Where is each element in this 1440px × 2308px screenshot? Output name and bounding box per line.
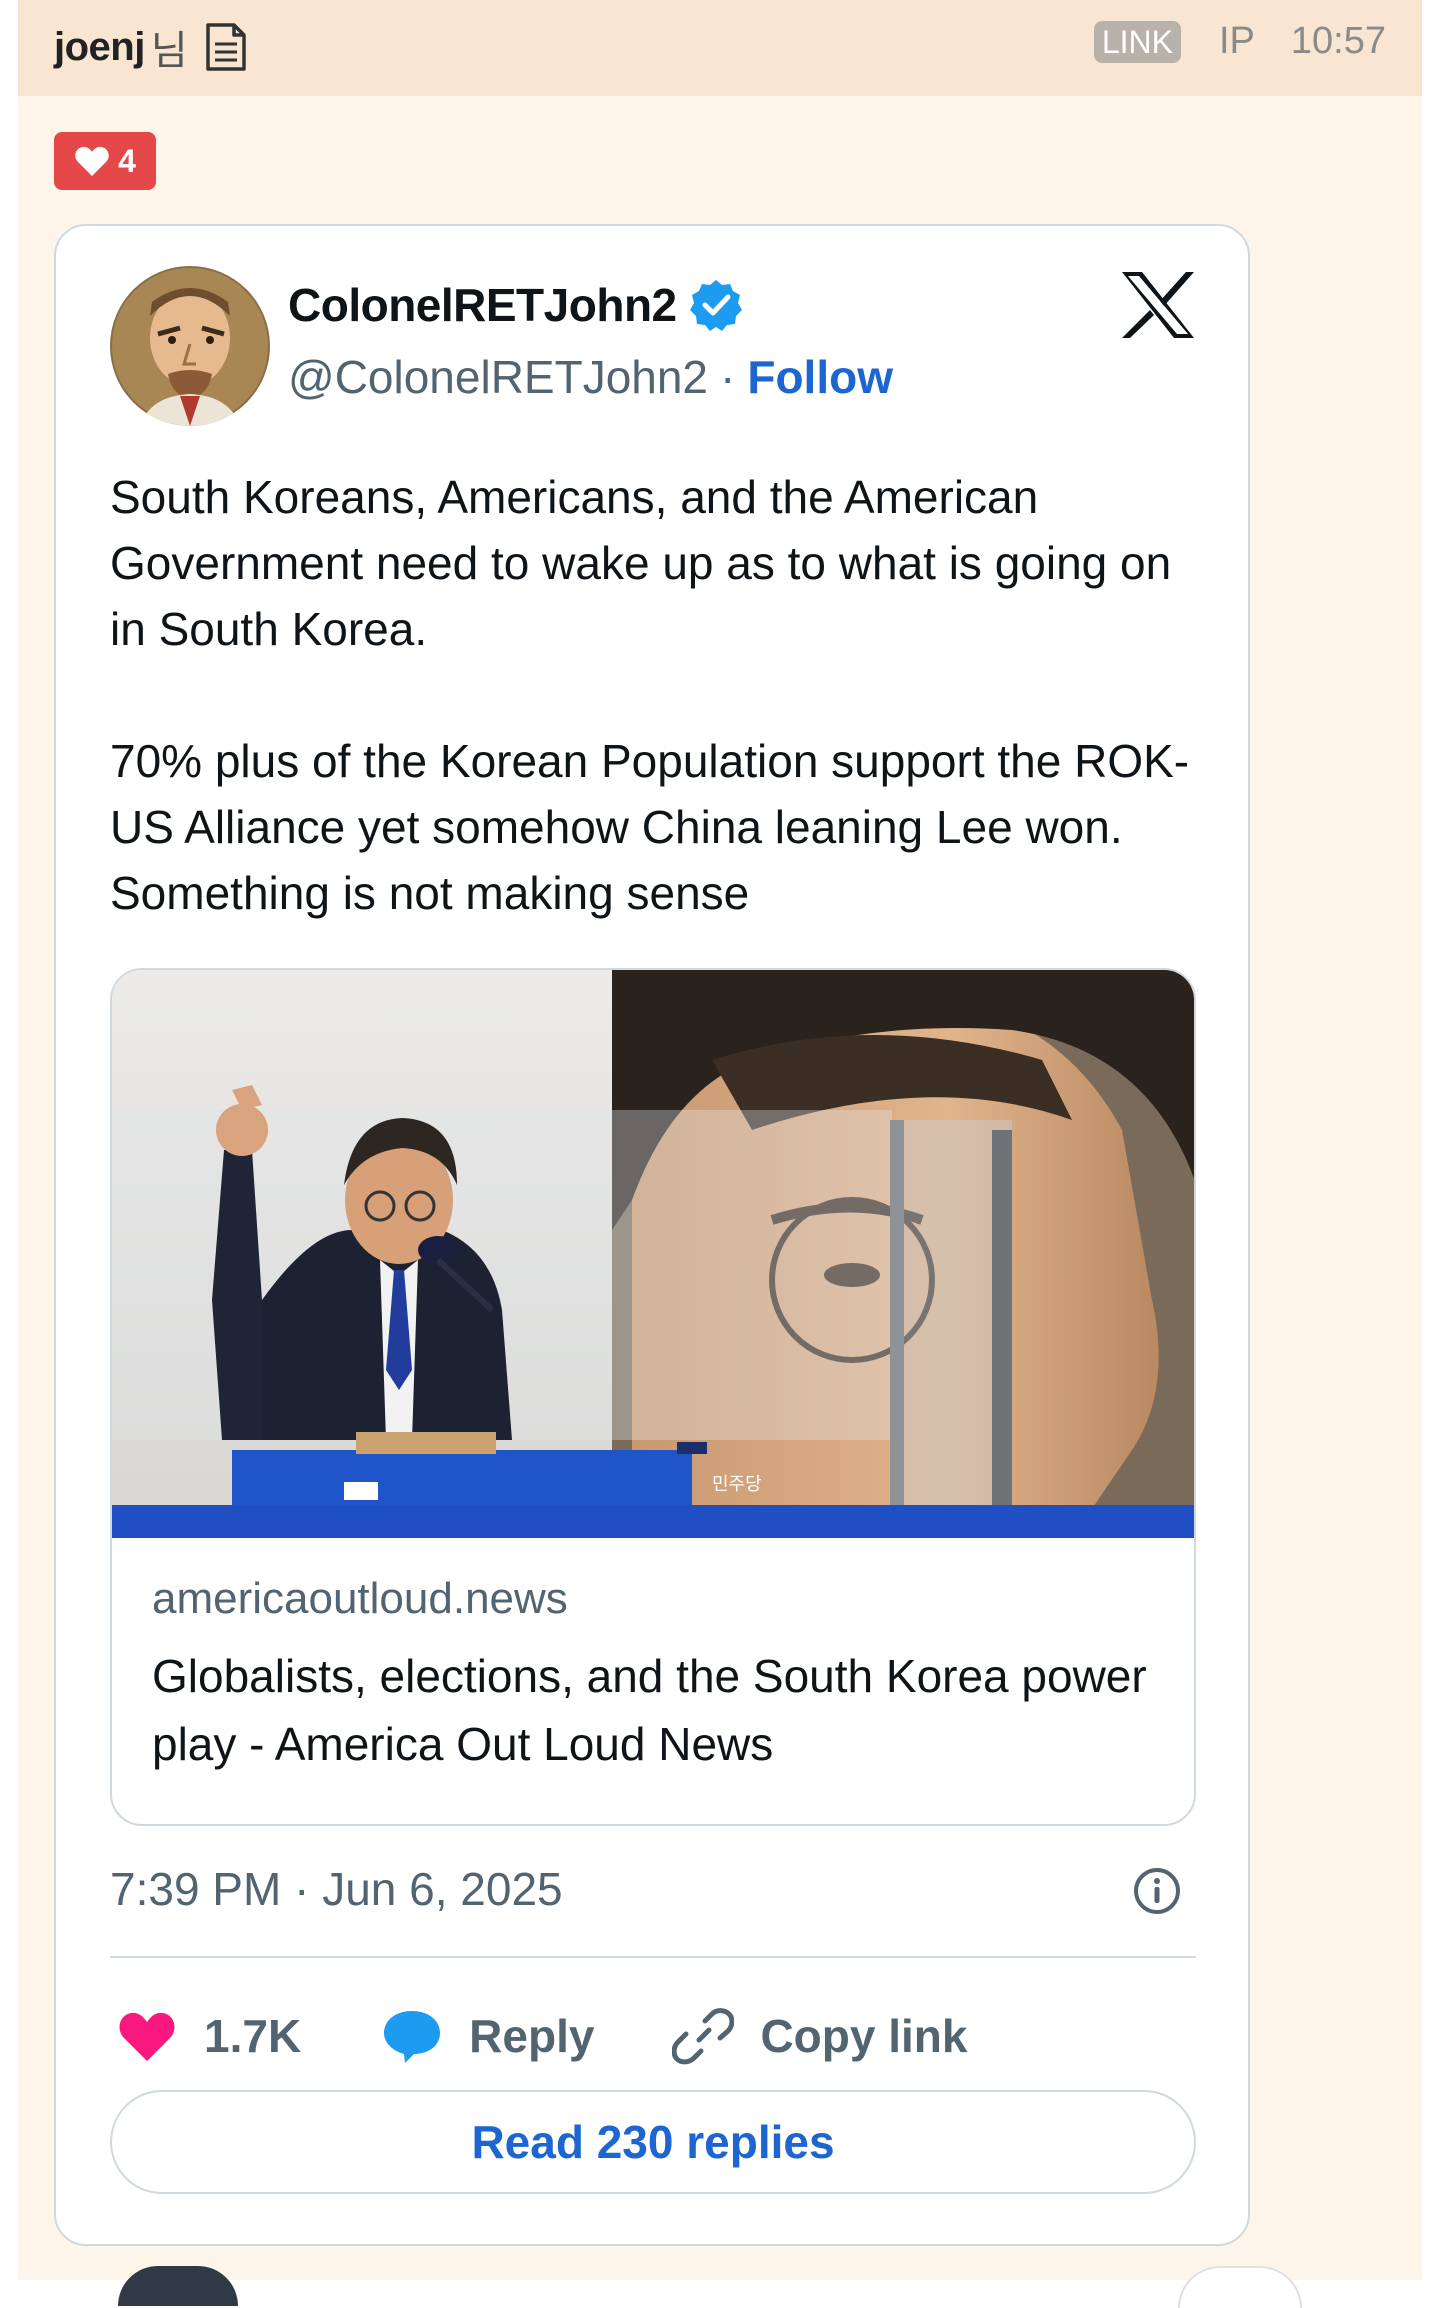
author-name[interactable]: joenj [54, 25, 145, 70]
info-icon[interactable] [1132, 1866, 1182, 1916]
display-name[interactable]: ColonelRETJohn2 [288, 278, 677, 332]
like-count: 4 [118, 142, 136, 179]
post-header: joenj 님 LINK IP 10:57 [18, 0, 1422, 96]
reply-label: Reply [469, 2010, 595, 2062]
tweet-timestamp[interactable]: 7:39 PM · Jun 6, 2025 [110, 1862, 563, 1916]
display-name-row: ColonelRETJohn2 [288, 278, 743, 332]
read-replies-button[interactable]: Read 230 replies [110, 2090, 1196, 2194]
post-meta: LINK IP 10:57 [1093, 20, 1386, 63]
verified-badge-icon [689, 280, 742, 331]
link-badge[interactable]: LINK [1093, 20, 1181, 63]
page: joenj 님 LINK IP 10:57 4 ColonelRETJohn2 … [18, 0, 1422, 2308]
tweet-actions: 1.7K Reply Copy link [116, 1992, 967, 2080]
heart-icon [75, 146, 109, 176]
document-icon[interactable] [204, 22, 248, 72]
reply-button[interactable]: Reply [381, 2005, 594, 2067]
author-honorific: 님 [150, 29, 188, 73]
article-photo[interactable]: 민주당 [112, 970, 1196, 1538]
next-avatar-right [1178, 2266, 1302, 2308]
avatar[interactable] [110, 266, 270, 426]
author-info[interactable]: joenj 님 [54, 18, 248, 76]
handle[interactable]: @ColonelRETJohn2 [288, 350, 708, 404]
like-badge[interactable]: 4 [54, 132, 156, 190]
post-time: 10:57 [1290, 20, 1386, 62]
handle-row: @ColonelRETJohn2 · Follow [288, 350, 893, 404]
heart-icon [119, 2012, 175, 2061]
card-domain[interactable]: americaoutloud.news [152, 1574, 568, 1624]
reply-bubble-icon [384, 2011, 441, 2063]
ip-label: IP [1219, 20, 1255, 62]
like-count: 1.7K [204, 2010, 302, 2062]
card-title[interactable]: Globalists, elections, and the South Kor… [152, 1642, 1152, 1778]
copy-link-button[interactable]: Copy link [672, 2005, 967, 2067]
tweet-text: South Koreans, Americans, and the Americ… [110, 471, 1190, 919]
embedded-tweet: ColonelRETJohn2 @ColonelRETJohn2 · Follo… [54, 224, 1250, 2246]
link-icon [672, 2008, 735, 2065]
follow-button[interactable]: Follow [747, 350, 893, 404]
link-card[interactable]: 민주당 americaoutloud.news Globalists, elec… [110, 968, 1196, 1826]
next-avatar [118, 2266, 238, 2306]
svg-text:민주당: 민주당 [712, 1474, 762, 1495]
like-button[interactable]: 1.7K [116, 2005, 301, 2067]
copy-link-label: Copy link [760, 2010, 968, 2062]
divider [110, 1956, 1196, 1958]
separator: · [720, 351, 736, 403]
x-logo-icon[interactable] [1120, 270, 1196, 340]
